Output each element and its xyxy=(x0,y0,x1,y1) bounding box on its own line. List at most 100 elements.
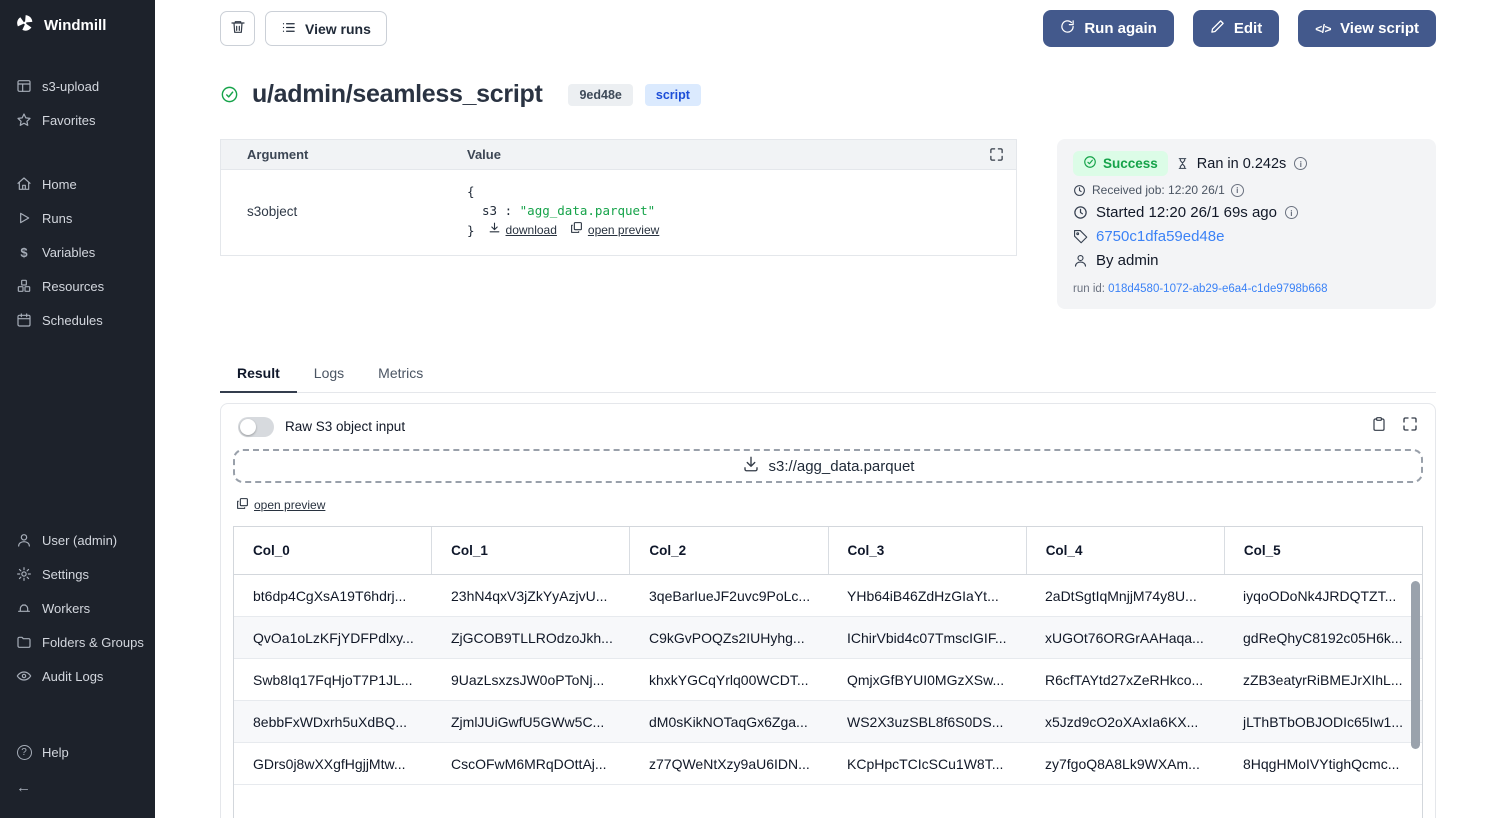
argument-value: { s3 : "agg_data.parquet" } xyxy=(441,182,1016,240)
table-cell: QmjxGfBYUI0MGzXSw... xyxy=(828,672,1026,688)
check-circle-icon xyxy=(1083,155,1097,172)
info-icon[interactable]: i xyxy=(1231,184,1244,197)
sidebar-item-user[interactable]: User (admin) xyxy=(0,523,155,557)
sidebar-item-label: Resources xyxy=(42,279,104,294)
sidebar-item-resources[interactable]: Resources xyxy=(0,269,155,303)
user-icon xyxy=(1073,253,1088,268)
sidebar-item-label: Help xyxy=(42,745,69,760)
tab-metrics[interactable]: Metrics xyxy=(361,357,440,392)
sidebar-item-runs[interactable]: Runs xyxy=(0,201,155,235)
column-header[interactable]: Col_5 xyxy=(1224,527,1422,574)
sidebar-item-schedules[interactable]: Schedules xyxy=(0,303,155,337)
hourglass-icon xyxy=(1176,157,1189,170)
hardhat-icon xyxy=(16,600,32,616)
sidebar-item-workers[interactable]: Workers xyxy=(0,591,155,625)
column-header[interactable]: Col_4 xyxy=(1026,527,1224,574)
brand-title: Windmill xyxy=(44,17,106,34)
sidebar-item-s3-upload[interactable]: s3-upload xyxy=(0,69,155,103)
refresh-icon xyxy=(1060,19,1075,38)
run-again-button[interactable]: Run again xyxy=(1043,10,1174,47)
status-panel: Success Ran in 0.242s i Received job: 12… xyxy=(1057,139,1436,309)
commit-hash-badge: 9ed48e xyxy=(568,84,632,106)
table-row[interactable]: QvOa1oLzKFjYDFPdlxy...ZjGCOB9TLLROdzoJkh… xyxy=(234,617,1422,659)
info-icon[interactable]: i xyxy=(1294,157,1307,170)
view-runs-button[interactable]: View runs xyxy=(265,11,387,46)
started-text: Started 12:20 26/1 69s ago xyxy=(1096,204,1277,221)
table-row[interactable]: GDrs0j8wXXgfHgjjMtw...CscOFwM6MRqDOttAj.… xyxy=(234,743,1422,785)
job-hash-link[interactable]: 6750c1dfa59ed48e xyxy=(1096,228,1224,245)
table-cell: KCpHpcTCIcSCu1W8T... xyxy=(828,756,1026,772)
column-header[interactable]: Col_0 xyxy=(234,527,431,574)
expand-icon[interactable] xyxy=(989,147,1004,162)
edit-button[interactable]: Edit xyxy=(1193,10,1279,47)
expand-icon[interactable] xyxy=(1402,416,1418,437)
column-header[interactable]: Col_3 xyxy=(828,527,1026,574)
raw-s3-toggle[interactable] xyxy=(238,417,274,437)
title-row: u/admin/seamless_script 9ed48e script xyxy=(220,80,1436,109)
list-icon xyxy=(281,20,296,38)
collapse-sidebar-button[interactable]: ← xyxy=(0,769,155,806)
user-icon xyxy=(16,532,32,548)
download-icon xyxy=(488,221,501,240)
table-row[interactable]: 8ebbFxWDxrh5uXdBQ...ZjmlJUiGwfU5GWw5C...… xyxy=(234,701,1422,743)
table-cell: bt6dp4CgXsA19T6hdrj... xyxy=(234,588,432,604)
sidebar-item-label: s3-upload xyxy=(42,79,99,94)
open-preview-link[interactable]: open preview xyxy=(570,221,659,240)
boxes-icon xyxy=(16,278,32,294)
download-icon xyxy=(742,455,760,477)
sidebar-item-variables[interactable]: $ Variables xyxy=(0,235,155,269)
code-icon: </> xyxy=(1315,22,1331,36)
sidebar-item-label: Variables xyxy=(42,245,95,260)
column-header[interactable]: Col_2 xyxy=(629,527,827,574)
star-icon xyxy=(16,112,32,128)
brand[interactable]: Windmill xyxy=(0,13,155,37)
table-row[interactable]: bt6dp4CgXsA19T6hdrj...23hN4qxV3jZkYyAzjv… xyxy=(234,575,1422,617)
tab-result[interactable]: Result xyxy=(220,357,297,393)
arguments-table: Argument Value s3object { s3 : "agg_data… xyxy=(220,139,1017,256)
table-row[interactable]: Swb8Iq17FqHjoT7P1JL...9UazLsxzsJW0oPToNj… xyxy=(234,659,1422,701)
info-icon[interactable]: i xyxy=(1285,206,1298,219)
json-string-value: "agg_data.parquet" xyxy=(520,203,655,218)
sidebar-item-label: Audit Logs xyxy=(42,669,103,684)
toggle-label: Raw S3 object input xyxy=(285,419,405,434)
table-cell: z77QWeNtXzy9aU6IDN... xyxy=(630,756,828,772)
sidebar-item-home[interactable]: Home xyxy=(0,167,155,201)
sidebar-item-audit-logs[interactable]: Audit Logs xyxy=(0,659,155,693)
table-cell: gdReQhyC8192c05H6k... xyxy=(1224,630,1422,646)
delete-button[interactable] xyxy=(220,11,255,46)
result-panel: Raw S3 object input s3://agg_data.parque… xyxy=(220,403,1436,818)
s3-file-download-button[interactable]: s3://agg_data.parquet xyxy=(233,449,1423,483)
sidebar: Windmill s3-upload Favorites Hom xyxy=(0,0,155,818)
table-cell: IChirVbid4c07TmscIGIF... xyxy=(828,630,1026,646)
value-column-header: Value xyxy=(441,147,989,162)
sidebar-item-folders-groups[interactable]: Folders & Groups xyxy=(0,625,155,659)
calendar-icon xyxy=(16,312,32,328)
tab-logs[interactable]: Logs xyxy=(297,357,361,392)
column-header[interactable]: Col_1 xyxy=(431,527,629,574)
toolbar: View runs Run again Edit </> xyxy=(220,10,1436,47)
table-cell: x5Jzd9cO2oXAxIa6KX... xyxy=(1026,714,1224,730)
help-icon: ? xyxy=(16,744,32,760)
table-cell: iyqoODoNk4JRDQTZT... xyxy=(1224,588,1422,604)
run-by-text: By admin xyxy=(1096,252,1159,269)
run-id-link[interactable]: 018d4580-1072-ab29-e6a4-c1de9798b668 xyxy=(1108,283,1327,295)
sidebar-item-settings[interactable]: Settings xyxy=(0,557,155,591)
check-circle-icon xyxy=(220,85,239,104)
sidebar-item-favorites[interactable]: Favorites xyxy=(0,103,155,137)
open-preview-link[interactable]: open preview xyxy=(236,497,325,513)
table-cell: QvOa1oLzKFjYDFPdlxy... xyxy=(234,630,432,646)
app-root: Windmill s3-upload Favorites Hom xyxy=(0,0,1493,818)
folder-icon xyxy=(16,634,32,650)
play-icon xyxy=(16,210,32,226)
sidebar-item-label: Home xyxy=(42,177,77,192)
download-link[interactable]: download xyxy=(488,221,557,240)
argument-row: s3object { s3 : "agg_data.parquet" } xyxy=(221,170,1016,255)
sidebar-item-help[interactable]: ? Help xyxy=(0,735,155,769)
argument-column-header: Argument xyxy=(221,147,441,162)
s3-file-path: s3://agg_data.parquet xyxy=(769,458,915,475)
clock-icon xyxy=(1073,184,1086,197)
copy-icon[interactable] xyxy=(1371,416,1387,437)
table-cell: YHb64iB46ZdHzGIaYt... xyxy=(828,588,1026,604)
view-script-button[interactable]: </> View script xyxy=(1298,10,1436,47)
vertical-scrollbar[interactable] xyxy=(1411,581,1420,749)
